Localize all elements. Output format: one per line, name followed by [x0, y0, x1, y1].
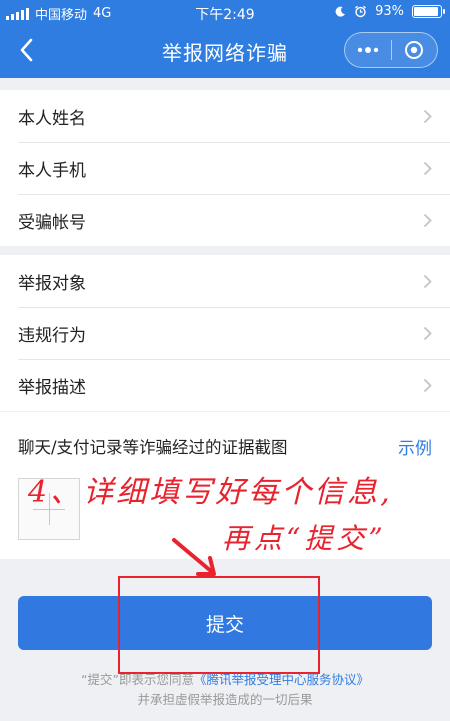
red-arrow-icon — [172, 538, 216, 576]
annotation-line-2: 再点“提交” — [222, 522, 387, 555]
example-link[interactable]: 示例 — [398, 434, 432, 459]
chevron-right-icon — [423, 274, 432, 288]
row-label: 违规行为 — [18, 325, 86, 346]
battery-icon — [412, 5, 445, 18]
row-phone[interactable]: 本人手机 — [0, 142, 450, 194]
more-button[interactable] — [345, 33, 391, 67]
status-bar: 中国移动 4G 下午2:49 93% — [0, 0, 450, 24]
row-label: 本人姓名 — [18, 108, 86, 129]
agreement-notice: “提交”即表示您同意《腾讯举报受理中心服务协议》 — [0, 669, 450, 688]
row-account[interactable]: 受骗帐号 — [0, 194, 450, 246]
chevron-right-icon — [423, 109, 432, 123]
battery-percent: 93% — [375, 4, 404, 19]
moon-icon — [335, 6, 346, 17]
chevron-right-icon — [423, 378, 432, 392]
annotation-line-1: 4、详细填写好每个信息, — [28, 475, 393, 510]
chevron-right-icon — [423, 213, 432, 227]
row-description[interactable]: 举报描述 — [0, 359, 450, 411]
close-button[interactable] — [391, 33, 437, 67]
evidence-label: 聊天/支付记录等诈骗经过的证据截图 — [18, 438, 288, 457]
alarm-icon — [355, 5, 367, 18]
row-name[interactable]: 本人姓名 — [0, 90, 450, 142]
agreement-link[interactable]: 《腾讯举报受理中心服务协议》 — [194, 672, 369, 687]
submit-button[interactable]: 提交 — [18, 596, 432, 650]
agreement-prefix: “提交”即表示您同意 — [81, 672, 194, 687]
chevron-right-icon — [423, 326, 432, 340]
row-label: 本人手机 — [18, 160, 86, 181]
more-dots-icon — [357, 47, 378, 53]
row-violation[interactable]: 违规行为 — [0, 307, 450, 359]
target-circle-icon — [405, 41, 424, 59]
report-info-group: 举报对象 违规行为 举报描述 — [0, 255, 450, 411]
row-label: 举报描述 — [18, 377, 86, 398]
chevron-right-icon — [423, 161, 432, 175]
row-target[interactable]: 举报对象 — [0, 255, 450, 307]
top-bar: 中国移动 4G 下午2:49 93% 举报网络诈骗 — [0, 0, 450, 78]
agreement-consequence: 并承担虚假举报造成的一切后果 — [137, 692, 313, 707]
personal-info-group: 本人姓名 本人手机 受骗帐号 — [0, 90, 450, 246]
row-label: 举报对象 — [18, 273, 86, 294]
row-label: 受骗帐号 — [18, 212, 86, 233]
mini-program-capsule — [344, 32, 438, 68]
navigation-bar: 举报网络诈骗 — [0, 24, 450, 78]
